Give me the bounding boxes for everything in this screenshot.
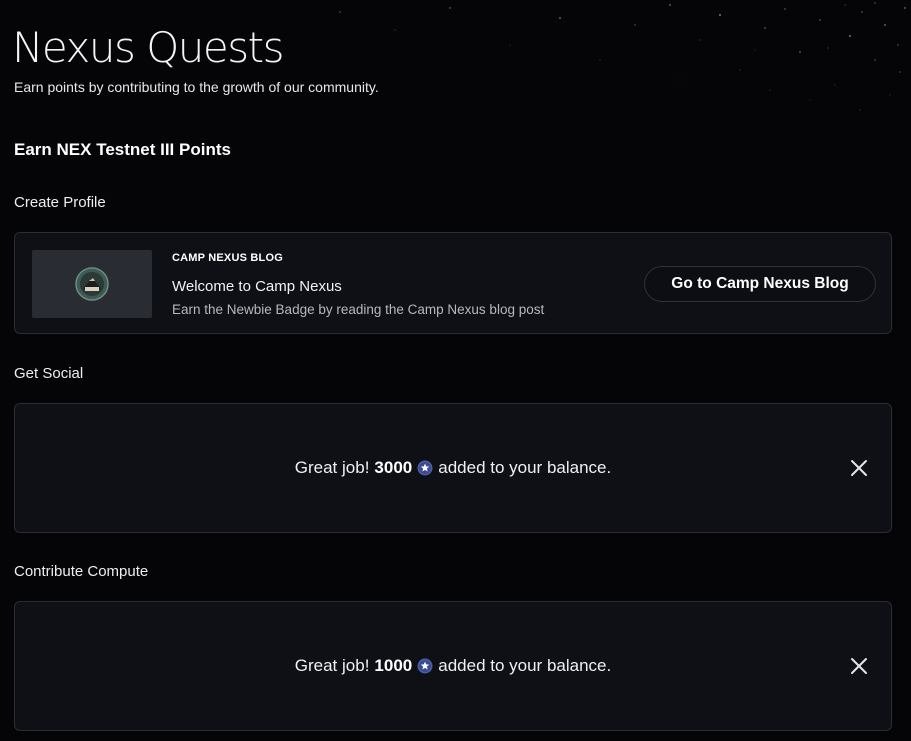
group-label-get-social: Get Social [14,365,84,382]
group-label-create-profile: Create Profile [14,194,106,211]
page-subtitle: Earn points by contributing to the growt… [14,79,379,95]
camp-nexus-logo-icon [75,267,109,301]
group-label-contribute-compute: Contribute Compute [14,563,149,580]
compute-reward-card: Great job! 1000 added to your balance. [14,601,892,731]
reward-suffix: added to your balance. [438,656,612,675]
blog-thumbnail [32,250,152,318]
blog-description: Earn the Newbie Badge by reading the Cam… [172,302,545,317]
close-icon[interactable] [849,656,869,676]
blog-title: Welcome to Camp Nexus [172,278,342,295]
star-badge-icon [417,460,433,476]
go-to-blog-button[interactable]: Go to Camp Nexus Blog [644,266,876,302]
section-heading: Earn NEX Testnet III Points [14,140,231,159]
reward-prefix: Great job! [294,458,370,477]
reward-suffix: added to your balance. [438,458,612,477]
compute-reward-message: Great job! 1000 added to your balance. [15,602,891,730]
page-title: Nexus Quests [12,23,284,72]
social-reward-message: Great job! 3000 added to your balance. [15,404,891,532]
reward-amount: 3000 [374,458,413,477]
starfield-background [339,2,906,111]
reward-prefix: Great job! [294,656,370,675]
blog-kicker: CAMP NEXUS BLOG [172,252,283,264]
social-reward-card: Great job! 3000 added to your balance. [14,403,892,533]
blog-quest-card: CAMP NEXUS BLOG Welcome to Camp Nexus Ea… [14,232,892,334]
reward-amount: 1000 [374,656,413,675]
close-icon[interactable] [849,458,869,478]
star-badge-icon [417,658,433,674]
